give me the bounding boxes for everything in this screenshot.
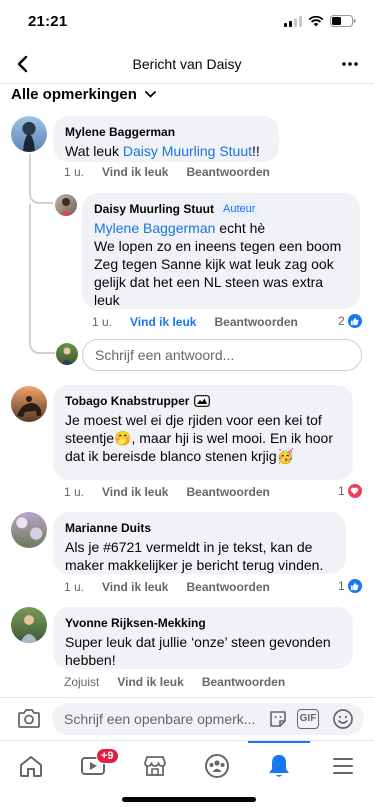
comment-time: 1 u. [64, 165, 85, 179]
reply-button[interactable]: Beantwoorden [186, 165, 269, 179]
comment-actions: Zojuist Vind ik leuk Beantwoorden [64, 675, 285, 689]
comment-time: 1 u. [92, 315, 113, 329]
avatar[interactable] [55, 194, 77, 216]
reply-button[interactable]: Beantwoorden [186, 485, 269, 499]
reaction-count[interactable]: 1 [338, 579, 362, 593]
home-indicator [122, 797, 256, 802]
video-notification-badge: +9 [96, 748, 119, 764]
comment-text: Super leuk dat jullie ‘onze’ steen gevon… [65, 634, 331, 668]
avatar[interactable] [11, 512, 47, 548]
like-button[interactable]: Vind ik leuk [130, 315, 196, 329]
groups-icon [205, 754, 229, 778]
reply-button[interactable]: Beantwoorden [214, 315, 297, 329]
tab-home[interactable] [0, 741, 62, 791]
tab-notifications[interactable] [248, 741, 310, 791]
comment-time: 1 u. [64, 580, 85, 594]
camera-icon[interactable] [17, 707, 41, 729]
comment-bubble: Yvonne Rijksen-Mekking Super leuk dat ju… [53, 607, 353, 669]
avatar[interactable] [11, 607, 47, 643]
reply-button[interactable]: Beantwoorden [186, 580, 269, 594]
page-title: Bericht van Daisy [132, 56, 242, 72]
comment-bubble: Daisy Muurling Stuut Auteur Mylene Bagger… [82, 193, 360, 309]
home-icon [20, 756, 42, 777]
tab-menu[interactable] [312, 741, 374, 791]
notifications-icon [269, 755, 289, 777]
comment-actions: 1 u. Vind ik leuk Beantwoorden [64, 165, 270, 179]
reply-button[interactable]: Beantwoorden [202, 675, 285, 689]
comment-actions: 1 u. Vind ik leuk Beantwoorden [92, 315, 298, 329]
public-comment-input[interactable]: Schrijf een openbare opmerk... GIF [52, 703, 364, 735]
comment-bubble: Mylene Baggerman Wat leuk Daisy Muurling… [53, 116, 279, 162]
comment-author[interactable]: Yvonne Rijksen-Mekking [65, 615, 341, 631]
comment-actions: 1 u. Vind ik leuk Beantwoorden [64, 485, 270, 499]
comment-bubble: Marianne Duits Als je #6721 vermeldt in … [53, 512, 346, 574]
status-time: 21:21 [28, 13, 68, 30]
comment-time: Zojuist [64, 675, 100, 689]
status-bar: 21:21 [0, 0, 374, 44]
menu-icon [333, 758, 353, 774]
tab-groups[interactable] [186, 741, 248, 791]
like-reaction-icon [347, 314, 362, 328]
gif-button[interactable]: GIF [297, 709, 319, 729]
thread-connector [29, 338, 55, 354]
like-reaction-icon [347, 579, 362, 593]
author-badge: Auteur [219, 201, 260, 217]
avatar[interactable] [11, 116, 47, 152]
comment-text: Als je #6721 vermeldt in je tekst, kan d… [65, 539, 324, 573]
love-reaction-icon [347, 484, 362, 498]
header: Bericht van Daisy [0, 44, 374, 84]
like-button[interactable]: Vind ik leuk [102, 580, 168, 594]
comment-author[interactable]: Daisy Muurling Stuut Auteur [94, 201, 348, 217]
reaction-count[interactable]: 1 [338, 484, 362, 498]
thread-line [29, 154, 31, 192]
wifi-icon [308, 15, 324, 26]
battery-icon [330, 15, 356, 27]
more-options-button[interactable] [338, 52, 362, 76]
top-fan-badge-icon [194, 395, 211, 407]
comment-author[interactable]: Mylene Baggerman [65, 124, 267, 140]
more-dots-icon [342, 62, 358, 66]
filter-label: Alle opmerkingen [11, 86, 137, 103]
reaction-count[interactable]: 2 [338, 314, 362, 328]
bottom-tab-bar: +9 [0, 740, 374, 790]
comment-time: 1 u. [64, 485, 85, 499]
signal-icon [284, 15, 302, 27]
status-icons [284, 15, 356, 27]
comment-filter-dropdown[interactable]: Alle opmerkingen [11, 86, 156, 103]
composer-placeholder: Schrijf een openbare opmerk... [64, 711, 256, 727]
mention-link[interactable]: Mylene Baggerman [94, 220, 215, 236]
tab-marketplace[interactable] [124, 741, 186, 791]
emoji-icon[interactable] [332, 708, 354, 730]
sticker-icon[interactable] [268, 709, 288, 729]
reply-input[interactable]: Schrijf een antwoord... [82, 339, 362, 371]
comment-text: Je moest wel ei dje rjiden voor een kei … [65, 412, 333, 464]
comment-author[interactable]: Marianne Duits [65, 520, 334, 536]
avatar[interactable] [11, 386, 47, 422]
like-button[interactable]: Vind ik leuk [102, 485, 168, 499]
thread-line [29, 204, 31, 340]
reply-placeholder: Schrijf een antwoord... [95, 347, 235, 363]
comment-author[interactable]: Tobago Knabstrupper [65, 393, 341, 409]
tab-video[interactable]: +9 [62, 741, 124, 791]
comment-text: Mylene Baggerman echt hè We lopen zo en … [94, 220, 342, 308]
chevron-down-icon [144, 91, 156, 98]
mention-link[interactable]: Daisy Muurling Stuut [123, 143, 252, 159]
marketplace-icon [144, 756, 166, 776]
like-button[interactable]: Vind ik leuk [102, 165, 168, 179]
comment-text: Wat leuk Daisy Muurling Stuut!! [65, 143, 260, 159]
comment-composer: Schrijf een openbare opmerk... GIF [0, 697, 374, 737]
like-button[interactable]: Vind ik leuk [117, 675, 183, 689]
comment-actions: 1 u. Vind ik leuk Beantwoorden [64, 580, 270, 594]
thread-connector [29, 190, 53, 204]
comment-bubble: Tobago Knabstrupper Je moest wel ei dje … [53, 385, 353, 480]
current-user-avatar [56, 343, 78, 365]
